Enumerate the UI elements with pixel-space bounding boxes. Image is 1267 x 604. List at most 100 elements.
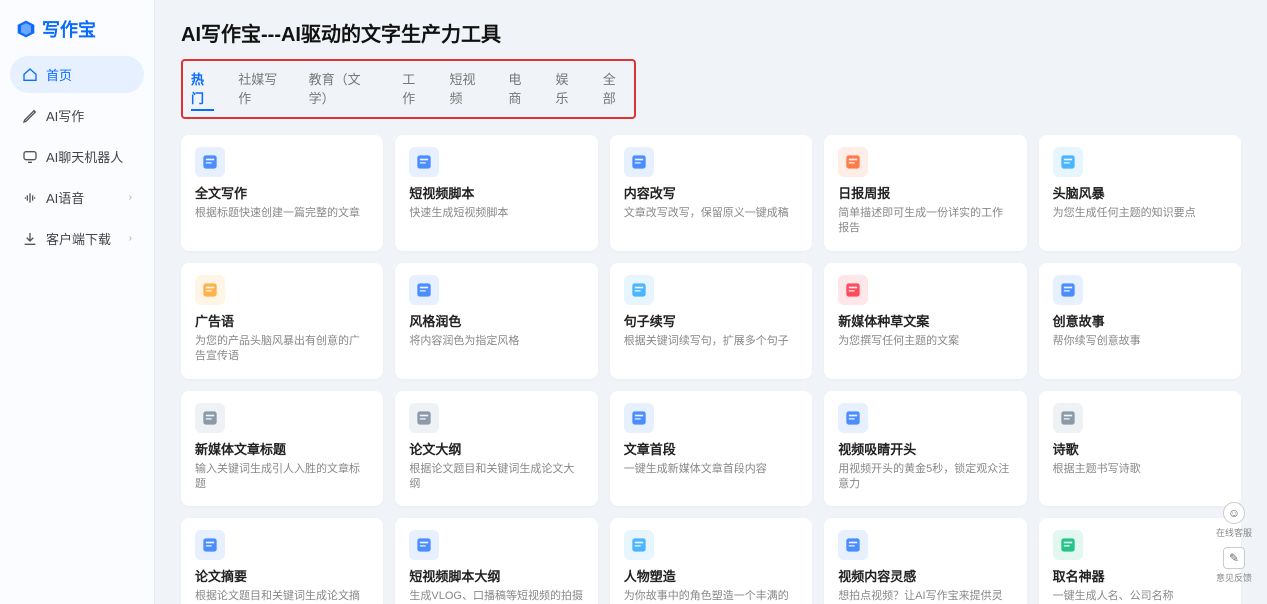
tab-ecommerce[interactable]: 电商 [508,67,531,111]
card-desc: 为您的产品头脑风暴出有创意的广告宣传语 [195,334,369,365]
card-icon [409,530,439,560]
tab-edu[interactable]: 教育（文学） [309,67,379,111]
nav-label: AI聊天机器人 [46,147,123,166]
float-chat-label: 在线客服 [1216,526,1252,539]
card-title: 头脑风暴 [1053,183,1227,202]
nav-ai-write[interactable]: AI写作 [10,97,144,134]
home-icon [22,67,38,83]
nav-label: 客户端下载 [46,229,111,248]
template-card[interactable]: 短视频脚本大纲 生成VLOG、口播稿等短视频的拍摄大纲 [395,518,597,604]
card-title: 视频吸睛开头 [838,439,1012,458]
card-desc: 为您撰写任何主题的文案 [838,334,1012,349]
chevron-right-icon: › [129,233,132,244]
logo-icon [16,19,36,39]
card-desc: 文章改写改写，保留原义一键成稿 [624,206,798,221]
main-content: AI写作宝---AI驱动的文字生产力工具 热门 社媒写作 教育（文学） 工作 短… [155,0,1267,604]
tab-short-video[interactable]: 短视频 [450,67,485,111]
chevron-right-icon: › [129,192,132,203]
card-icon [409,275,439,305]
card-title: 创意故事 [1053,311,1227,330]
tab-social[interactable]: 社媒写作 [238,67,284,111]
template-card[interactable]: 句子续写 根据关键词续写句，扩展多个句子 [610,263,812,379]
card-icon [624,275,654,305]
card-icon [409,403,439,433]
nav-ai-voice[interactable]: AI语音 › [10,179,144,216]
card-title: 短视频脚本大纲 [409,566,583,585]
card-desc: 一键生成新媒体文章首段内容 [624,462,798,477]
template-card[interactable]: 全文写作 根据标题快速创建一篇完整的文章 [181,135,383,251]
template-card[interactable]: 内容改写 文章改写改写，保留原义一键成稿 [610,135,812,251]
template-card[interactable]: 短视频脚本 快速生成短视频脚本 [395,135,597,251]
template-card[interactable]: 头脑风暴 为您生成任何主题的知识要点 [1039,135,1241,251]
card-desc: 生成VLOG、口播稿等短视频的拍摄大纲 [409,589,583,604]
template-card[interactable]: 论文大纲 根据论文题目和关键词生成论文大纲 [395,391,597,507]
card-icon [195,147,225,177]
card-title: 论文摘要 [195,566,369,585]
template-card[interactable]: 广告语 为您的产品头脑风暴出有创意的广告宣传语 [181,263,383,379]
tab-hot[interactable]: 热门 [191,67,214,111]
card-desc: 根据论文题目和关键词生成论文摘要 [195,589,369,604]
template-card[interactable]: 视频内容灵感 想拍点视频？让AI写作宝来提供灵感 [824,518,1026,604]
card-title: 人物塑造 [624,566,798,585]
nav-download[interactable]: 客户端下载 › [10,220,144,257]
template-card[interactable]: 视频吸睛开头 用视频开头的黄金5秒，锁定观众注意力 [824,391,1026,507]
card-desc: 为你故事中的角色塑造一个丰满的人物形象 [624,589,798,604]
chat-bubble-icon: ☺ [1223,502,1245,524]
card-title: 新媒体文章标题 [195,439,369,458]
template-card[interactable]: 取名神器 一键生成人名、公司名称 [1039,518,1241,604]
tab-entertain[interactable]: 娱乐 [556,67,579,111]
card-icon [624,403,654,433]
template-card[interactable]: 创意故事 帮你续写创意故事 [1039,263,1241,379]
card-title: 句子续写 [624,311,798,330]
card-icon [195,403,225,433]
card-title: 全文写作 [195,183,369,202]
card-title: 文章首段 [624,439,798,458]
card-desc: 将内容润色为指定风格 [409,334,583,349]
category-tabs: 热门 社媒写作 教育（文学） 工作 短视频 电商 娱乐 全部 [181,59,636,119]
tab-all[interactable]: 全部 [603,67,626,111]
voice-icon [22,190,38,206]
template-card[interactable]: 论文摘要 根据论文题目和关键词生成论文摘要 [181,518,383,604]
nav-ai-chat[interactable]: AI聊天机器人 [10,138,144,175]
float-feedback[interactable]: ✎ 意见反馈 [1215,547,1253,584]
card-desc: 帮你续写创意故事 [1053,334,1227,349]
card-icon [195,530,225,560]
card-desc: 用视频开头的黄金5秒，锁定观众注意力 [838,462,1012,493]
template-card[interactable]: 风格润色 将内容润色为指定风格 [395,263,597,379]
nav-label: AI写作 [46,106,84,125]
card-icon [624,530,654,560]
template-card[interactable]: 新媒体种草文案 为您撰写任何主题的文案 [824,263,1026,379]
template-card[interactable]: 诗歌 根据主题书写诗歌 [1039,391,1241,507]
template-grid: 全文写作 根据标题快速创建一篇完整的文章 短视频脚本 快速生成短视频脚本 内容改… [181,135,1241,604]
card-title: 诗歌 [1053,439,1227,458]
template-card[interactable]: 人物塑造 为你故事中的角色塑造一个丰满的人物形象 [610,518,812,604]
card-desc: 输入关键词生成引人入胜的文章标题 [195,462,369,493]
card-title: 风格润色 [409,311,583,330]
float-chat[interactable]: ☺ 在线客服 [1215,502,1253,539]
nav-home[interactable]: 首页 [10,56,144,93]
sidebar: 写作宝 首页 AI写作 AI聊天机器人 AI语音 › 客户端下载 › [0,0,155,604]
template-card[interactable]: 日报周报 简单描述即可生成一份详实的工作报告 [824,135,1026,251]
card-icon [838,275,868,305]
template-card[interactable]: 新媒体文章标题 输入关键词生成引人入胜的文章标题 [181,391,383,507]
card-title: 取名神器 [1053,566,1227,585]
tab-work[interactable]: 工作 [402,67,425,111]
card-desc: 根据标题快速创建一篇完整的文章 [195,206,369,221]
card-icon [1053,275,1083,305]
card-title: 广告语 [195,311,369,330]
card-icon [838,403,868,433]
float-actions: ☺ 在线客服 ✎ 意见反馈 [1215,502,1253,584]
card-icon [838,147,868,177]
card-icon [1053,147,1083,177]
card-icon [624,147,654,177]
template-card[interactable]: 文章首段 一键生成新媒体文章首段内容 [610,391,812,507]
card-desc: 根据关键词续写句，扩展多个句子 [624,334,798,349]
card-icon [1053,403,1083,433]
card-icon [838,530,868,560]
card-desc: 简单描述即可生成一份详实的工作报告 [838,206,1012,237]
card-title: 视频内容灵感 [838,566,1012,585]
nav-label: 首页 [46,65,72,84]
card-desc: 快速生成短视频脚本 [409,206,583,221]
card-icon [195,275,225,305]
download-icon [22,231,38,247]
